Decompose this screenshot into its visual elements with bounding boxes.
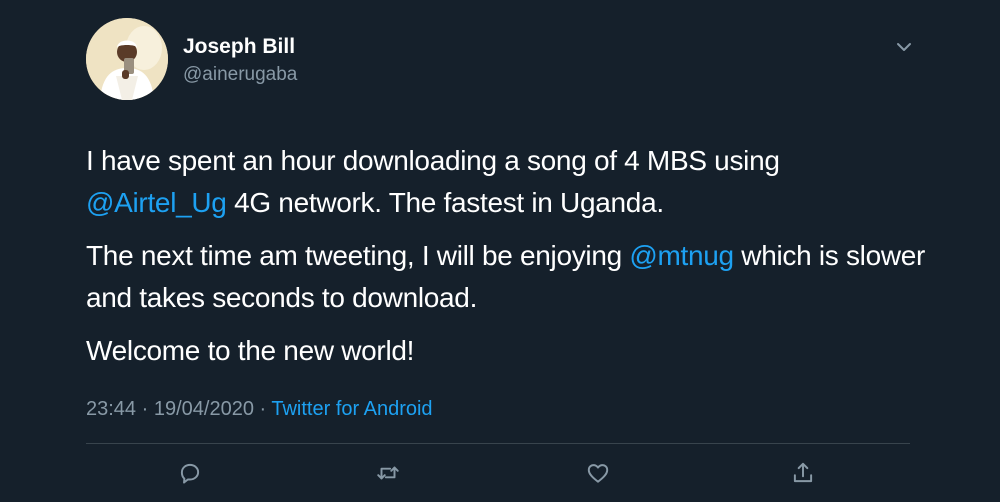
divider bbox=[86, 443, 910, 444]
tweet-text-segment: The next time am tweeting, I will be enj… bbox=[86, 240, 630, 271]
tweet-text: I have spent an hour downloading a song … bbox=[86, 140, 926, 372]
tweet-date[interactable]: 19/04/2020 bbox=[154, 398, 254, 420]
tweet-text-segment: 4G network. The fastest in Uganda. bbox=[226, 187, 664, 218]
share-button[interactable] bbox=[790, 460, 816, 486]
reply-icon bbox=[180, 463, 200, 484]
retweet-icon bbox=[377, 466, 399, 480]
meta-separator: · bbox=[253, 398, 272, 420]
reply-button[interactable] bbox=[177, 460, 203, 486]
tweet-text-segment: Welcome to the new world! bbox=[86, 335, 415, 366]
meta-separator: · bbox=[136, 398, 154, 420]
tweet-paragraph: The next time am tweeting, I will be enj… bbox=[86, 235, 926, 319]
avatar-image bbox=[86, 18, 168, 100]
user-handle[interactable]: @ainerugaba bbox=[183, 64, 297, 86]
tweet-time[interactable]: 23:44 bbox=[86, 398, 136, 420]
avatar[interactable] bbox=[86, 18, 168, 100]
mention-link[interactable]: @mtnug bbox=[629, 240, 734, 271]
tweet-paragraph: I have spent an hour downloading a song … bbox=[86, 140, 926, 224]
retweet-button[interactable] bbox=[375, 460, 401, 486]
tweet-card: Joseph Bill @ainerugaba I have spent an … bbox=[0, 0, 1000, 502]
display-name[interactable]: Joseph Bill bbox=[183, 35, 295, 59]
mention-link[interactable]: @Airtel_Ug bbox=[86, 187, 227, 218]
like-button[interactable] bbox=[585, 460, 611, 486]
tweet-source-link[interactable]: Twitter for Android bbox=[271, 398, 432, 420]
share-icon bbox=[793, 462, 813, 483]
tweet-meta: 23:44 · 19/04/2020 · Twitter for Android bbox=[86, 398, 433, 421]
like-icon bbox=[587, 464, 609, 483]
chevron-down-icon[interactable] bbox=[893, 38, 915, 56]
tweet-text-segment: I have spent an hour downloading a song … bbox=[86, 145, 780, 176]
tweet-paragraph: Welcome to the new world! bbox=[86, 330, 926, 372]
